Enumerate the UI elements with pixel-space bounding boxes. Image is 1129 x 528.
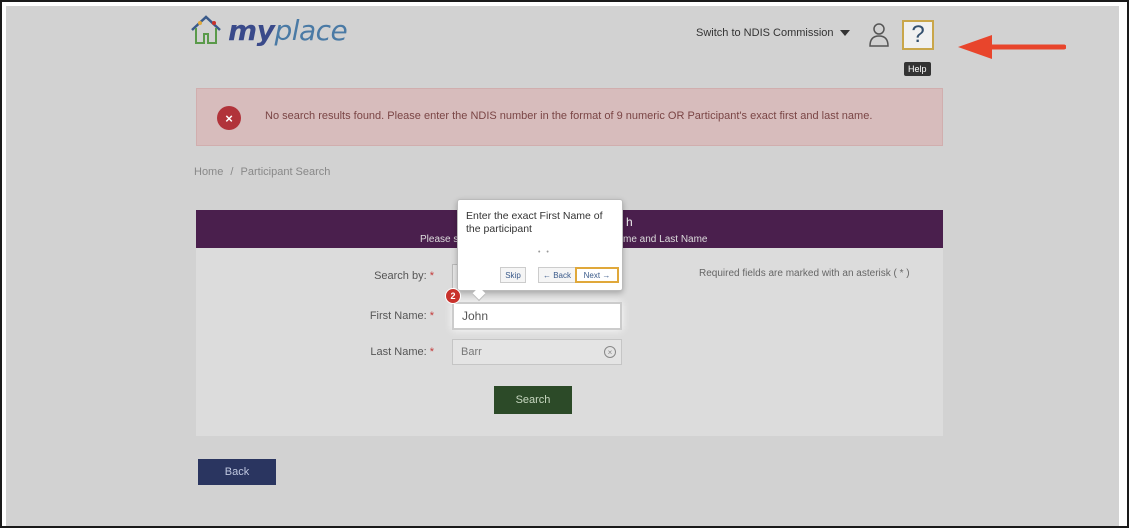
annotation-arrow-icon [958, 35, 1066, 59]
logo-text: myplace [228, 13, 348, 47]
tour-skip-button[interactable]: Skip [500, 267, 526, 283]
first-name-input[interactable]: John [452, 302, 622, 330]
tour-back-button[interactable]: ← Back [538, 267, 576, 283]
back-button[interactable]: Back [198, 459, 276, 485]
tour-popover: Enter the exact First Name of the partic… [457, 199, 623, 302]
search-card-title-fragment: h [626, 215, 633, 229]
page-overlay: myplace Switch to NDIS Commission ? Help… [6, 6, 1119, 526]
help-button[interactable]: ? [902, 20, 934, 50]
switch-to-commission-dropdown[interactable]: Switch to NDIS Commission [696, 27, 850, 39]
search-button[interactable]: Search [494, 386, 572, 414]
tour-next-button[interactable]: Next → [575, 267, 619, 283]
clear-icon[interactable]: × [604, 346, 616, 358]
first-name-label: First Name: * [369, 310, 434, 322]
breadcrumb-home-link[interactable]: Home [194, 166, 223, 178]
tour-step-badge: 2 [445, 288, 461, 304]
search-card-subtitle-right: me and Last Name [623, 234, 708, 245]
tour-progress-dots: • • [538, 249, 551, 256]
last-name-label: Last Name: * [370, 346, 434, 358]
help-question-icon: ? [911, 21, 925, 48]
last-name-input[interactable]: Barr [452, 339, 622, 365]
required-fields-note: Required fields are marked with an aster… [699, 268, 910, 279]
error-alert: × No search results found. Please enter … [196, 88, 943, 146]
screenshot-frame: myplace Switch to NDIS Commission ? Help… [0, 0, 1129, 528]
last-name-value: Barr [461, 346, 482, 358]
breadcrumb: Home / Participant Search [194, 166, 330, 178]
house-logo-icon [191, 15, 221, 44]
error-x-icon: × [217, 106, 241, 130]
alert-message: No search results found. Please enter th… [265, 110, 873, 122]
breadcrumb-separator: / [230, 166, 234, 178]
switch-label: Switch to NDIS Commission [696, 27, 834, 39]
tour-text: Enter the exact First Name of the partic… [466, 210, 603, 235]
help-tooltip: Help [904, 62, 931, 76]
myplace-logo[interactable]: myplace [188, 12, 348, 48]
first-name-value: John [462, 309, 489, 323]
caret-down-icon [839, 30, 850, 36]
search-by-label: Search by: * [374, 270, 434, 282]
breadcrumb-current: Participant Search [240, 166, 331, 178]
user-icon[interactable] [868, 22, 890, 48]
